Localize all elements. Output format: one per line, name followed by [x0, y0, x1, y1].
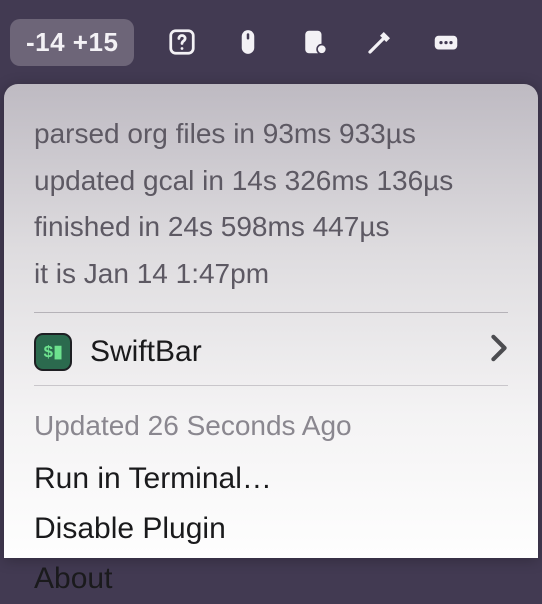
log-line: it is Jan 14 1:47pm — [34, 254, 508, 295]
run-in-terminal-item[interactable]: Run in Terminal… — [34, 454, 508, 504]
help-icon[interactable] — [164, 24, 200, 60]
swiftbar-label: SwiftBar — [90, 335, 202, 369]
separator — [34, 312, 508, 313]
hammer-icon[interactable] — [362, 24, 398, 60]
swiftbar-app-icon: $▮ — [34, 333, 72, 371]
diff-badge[interactable]: -14 +15 — [10, 19, 134, 66]
card-icon[interactable] — [296, 24, 332, 60]
keyboard-icon[interactable] — [428, 24, 464, 60]
mouse-icon[interactable] — [230, 24, 266, 60]
disable-plugin-item[interactable]: Disable Plugin — [34, 504, 508, 554]
last-updated-label: Updated 26 Seconds Ago — [34, 410, 508, 442]
log-line: finished in 24s 598ms 447µs — [34, 207, 508, 248]
about-item[interactable]: About — [34, 554, 508, 604]
log-line: parsed org files in 93ms 933µs — [34, 114, 508, 155]
dropdown-panel: parsed org files in 93ms 933µs updated g… — [4, 84, 538, 558]
chevron-right-icon — [490, 334, 508, 370]
swiftbar-submenu[interactable]: $▮ SwiftBar — [34, 327, 508, 386]
menubar: -14 +15 — [0, 0, 542, 84]
log-line: updated gcal in 14s 326ms 136µs — [34, 161, 508, 202]
